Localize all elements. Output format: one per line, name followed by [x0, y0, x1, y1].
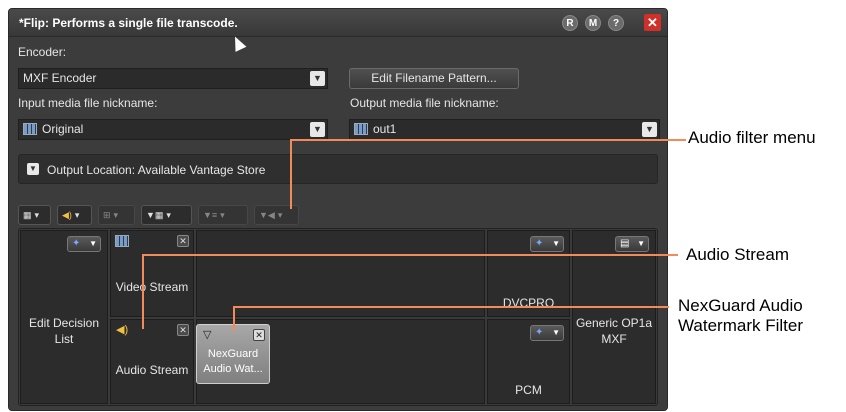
audio-stream-label: Audio Stream	[115, 363, 189, 377]
edl-cell[interactable]: ✦ ▼ Edit Decision List	[20, 230, 108, 404]
input-media-label: Input media file nickname:	[18, 96, 158, 110]
callout-line-filter-v	[290, 139, 292, 209]
close-icon[interactable]: ✕	[253, 329, 265, 341]
audio-menu-button[interactable]: ◀) ▾	[57, 205, 92, 225]
callout-line-audio-v	[142, 254, 144, 329]
speaker-icon: ◀)	[116, 324, 129, 336]
film-icon	[354, 123, 368, 135]
callout-line-audio-h	[142, 254, 678, 256]
audio-codec-cell[interactable]: ✦ ▼ PCM	[487, 319, 570, 404]
output-media-value: out1	[373, 122, 397, 136]
container-label: Generic OP1a MXF	[575, 316, 653, 346]
container-cell[interactable]: ▤ ▼ Generic OP1a MXF	[572, 230, 656, 404]
video-menu-button[interactable]: ▦ ▾	[18, 205, 51, 225]
help-button[interactable]: ?	[608, 15, 624, 31]
film-icon	[115, 235, 129, 247]
video-filter-cell	[196, 230, 485, 317]
settings-menu-icon[interactable]: ✦ ▼	[67, 236, 101, 252]
settings-menu-icon[interactable]: ✦ ▼	[530, 236, 564, 252]
document-menu-icon[interactable]: ▤ ▼	[615, 236, 649, 252]
film-icon: ▦	[23, 210, 32, 220]
close-button[interactable]: ✕	[644, 14, 661, 31]
video-stream-cell[interactable]: ✕ Video Stream	[110, 230, 194, 317]
edl-label: Edit Decision List	[28, 316, 100, 346]
close-icon[interactable]: ✕	[177, 235, 189, 247]
caption-menu-button[interactable]: ⊞ ▾	[98, 205, 135, 225]
chevron-down-icon: ▼	[642, 122, 657, 137]
filter-icon: ▼◀	[259, 210, 275, 220]
output-media-select[interactable]: out1 ▼	[349, 119, 660, 140]
filter-icon: ▼▦	[146, 210, 164, 220]
callout-line-filter-h	[290, 139, 686, 141]
callout-nexguard: NexGuard Audio Watermark Filter	[678, 296, 803, 335]
video-codec-label: DVCPRO	[502, 296, 555, 310]
m-button[interactable]: M	[585, 15, 601, 31]
filter-icon: ▽	[203, 329, 212, 341]
output-location-bar[interactable]: ▼ Output Location: Available Vantage Sto…	[18, 154, 658, 184]
chevron-down-icon: ▼	[310, 122, 325, 137]
nexguard-filter-label: NexGuard Audio Wat...	[203, 348, 263, 375]
data-filter-menu-button[interactable]: ▼≡ ▾	[198, 205, 248, 225]
input-media-value: Original	[42, 122, 84, 136]
output-location-text: Output Location: Available Vantage Store	[47, 163, 266, 177]
audio-filter-menu-button[interactable]: ▼◀ ▾	[254, 205, 299, 225]
nexguard-filter-card[interactable]: ▽ ✕ NexGuard Audio Wat...	[196, 324, 270, 384]
output-media-label: Output media file nickname:	[350, 96, 499, 110]
audio-stream-cell[interactable]: ◀) ✕ Audio Stream	[110, 319, 194, 404]
speaker-icon: ◀)	[62, 210, 72, 220]
caption-icon: ⊞	[103, 210, 111, 220]
encoder-select[interactable]: MXF Encoder ▼	[18, 68, 328, 89]
panel-title: *Flip: Performs a single file transcode.	[19, 16, 238, 30]
close-icon[interactable]: ✕	[177, 324, 189, 336]
input-media-select[interactable]: Original ▼	[18, 119, 328, 140]
r-button[interactable]: R	[562, 15, 578, 31]
settings-menu-icon[interactable]: ✦ ▼	[530, 325, 564, 341]
workflow-action-panel: *Flip: Performs a single file transcode.…	[8, 8, 668, 411]
filter-icon: ▼≡	[203, 210, 218, 220]
encoder-value: MXF Encoder	[23, 71, 97, 85]
callout-audio-stream: Audio Stream	[686, 245, 789, 264]
video-filter-menu-button[interactable]: ▼▦ ▾	[141, 205, 192, 225]
callout-line-nexguard-h	[233, 306, 669, 308]
audio-codec-label: PCM	[515, 383, 542, 397]
chevron-down-icon: ▼	[310, 71, 325, 86]
expand-arrow-icon[interactable]: ▼	[27, 163, 39, 175]
encoder-label: Encoder:	[18, 45, 67, 59]
callout-line-nexguard-v	[233, 306, 235, 332]
callout-audio-filter-menu: Audio filter menu	[688, 128, 816, 147]
film-icon	[23, 123, 37, 135]
video-stream-label: Video Stream	[115, 280, 189, 294]
edit-filename-pattern-button[interactable]: Edit Filename Pattern...	[349, 68, 519, 89]
video-codec-cell[interactable]: ✦ ▼ DVCPRO	[487, 230, 570, 317]
panel-titlebar: *Flip: Performs a single file transcode.…	[9, 9, 667, 37]
